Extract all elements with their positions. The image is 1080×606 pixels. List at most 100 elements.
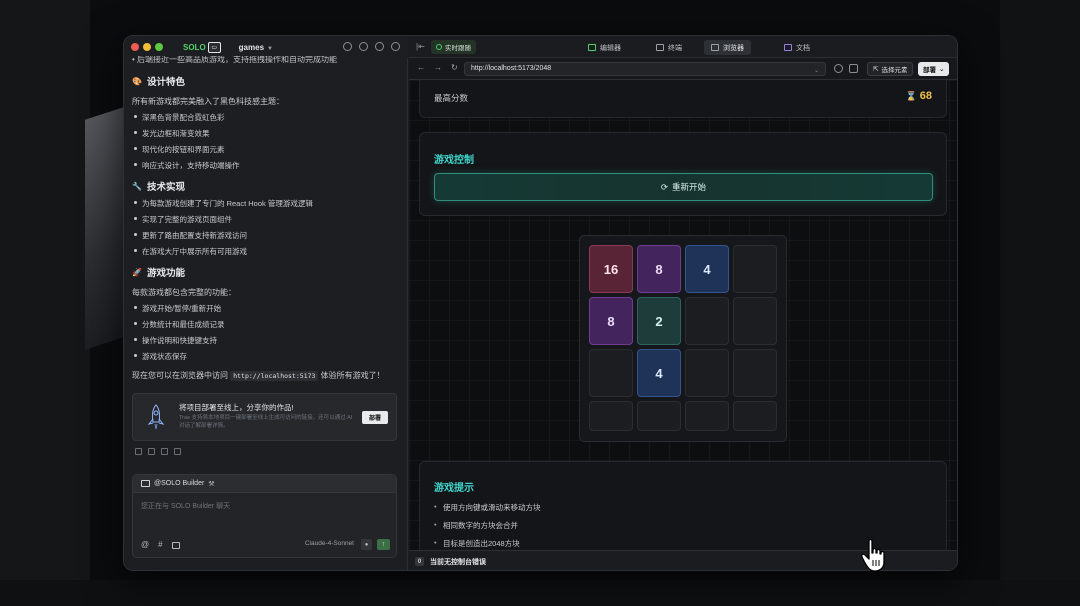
closing-pre: 现在您可以在浏览器中访问 [132, 371, 228, 380]
deploy-card-subtitle: Trae 支持将本地项目一键部署至线上生成可访问的链接，还可以通过 AI 对话了… [179, 415, 353, 429]
features-list: 游戏开始/暂停/重新开始 分数统计和最佳成绩记录 操作说明和快捷键支持 游戏状态… [132, 303, 400, 362]
tips-list: 使用方向键或滑动来移动方块 相同数字的方块会合并 目标是创造出2048方块 [434, 502, 541, 550]
maximize-window-button[interactable] [155, 43, 163, 51]
history-icon[interactable] [359, 42, 368, 51]
control-title: 游戏控制 [434, 155, 474, 166]
tile-8: 8 [637, 245, 681, 293]
hash-icon[interactable]: # [158, 540, 162, 549]
list-item: 深黑色背景配合霓虹色彩 [132, 112, 400, 123]
tile-empty [637, 401, 681, 431]
collapse-sidebar-icon[interactable]: |⇤ [416, 42, 425, 51]
microphone-icon[interactable]: ● [361, 539, 372, 550]
partial-text: 后端接近一些高品质游戏，支持拖拽操作和自动完成功能 [137, 56, 338, 64]
cursor-icon: ⇱ [873, 66, 879, 73]
tile-4: 4 [637, 349, 681, 397]
solo-mode-toggle[interactable]: SOLO ▭ [183, 41, 221, 53]
restart-label: 重新开始 [672, 182, 707, 192]
deploy-dropdown-button[interactable]: 部署 ⌄ [918, 62, 950, 76]
deploy-button[interactable]: 部署 [362, 411, 388, 424]
editor-icon [588, 44, 596, 51]
input-toolbar: @ # [141, 540, 180, 549]
tile-empty [685, 349, 729, 397]
chat-input-box[interactable]: @SOLO Builder ⚒ 您正在与 SOLO Builder 聊天 @ #… [132, 474, 397, 558]
project-name: games [238, 42, 265, 52]
terminal-icon [656, 44, 664, 51]
new-chat-icon[interactable] [343, 42, 352, 51]
section-title: 技术实现 [146, 182, 185, 193]
thumbs-up-icon[interactable] [161, 448, 168, 455]
copy-icon[interactable] [135, 448, 142, 455]
tile-empty [589, 349, 633, 397]
tech-list: 为每款游戏创建了专门的 React Hook 管理游戏逻辑 实现了完整的游戏页面… [132, 198, 400, 257]
thumbs-down-icon[interactable] [174, 448, 181, 455]
device-icon[interactable] [849, 64, 858, 73]
settings-icon[interactable] [375, 42, 384, 51]
closing-post: 体验所有游戏了！ [320, 371, 385, 380]
design-list: 深黑色背景配合霓虹色彩 发光边框和渐变效果 现代化的按钮和界面元素 响应式设计，… [132, 112, 400, 171]
design-intro: 所有新游戏都完美融入了黑色科技感主题： [132, 97, 284, 106]
partial-text-line: • 后端接近一些高品质游戏，支持拖拽操作和自动完成功能 [132, 56, 338, 64]
monitor-icon: ▭ [207, 41, 221, 53]
list-item: 实现了完整的游戏页面组件 [132, 214, 400, 225]
tab-editor[interactable]: 编辑器 [581, 40, 628, 55]
retry-icon[interactable] [148, 448, 155, 455]
list-item: 响应式设计，支持移动端操作 [132, 160, 400, 171]
close-window-button[interactable] [131, 43, 139, 51]
deploy-label: 部署 [923, 67, 936, 74]
palette-icon: 🎨 [132, 76, 142, 86]
browser-toolbar: ← → ↻ http://localhost:5173/2048 ⌄ ⇱ 选择元… [409, 58, 957, 80]
tile-8: 8 [589, 297, 633, 345]
game-board[interactable]: 16 8 4 8 2 4 [579, 235, 787, 442]
tab-label: 编辑器 [600, 44, 621, 52]
background-bottom [0, 580, 1080, 606]
project-selector[interactable]: games ▼ [239, 43, 273, 52]
tab-label: 文档 [796, 44, 810, 52]
back-icon[interactable]: ← [417, 63, 425, 72]
pick-label: 选择元素 [881, 67, 908, 74]
minimize-window-button[interactable] [143, 43, 151, 51]
image-icon[interactable] [171, 542, 180, 549]
reload-icon[interactable]: ↻ [451, 63, 458, 72]
list-item: 分数统计和最佳成绩记录 [132, 319, 400, 330]
select-element-button[interactable]: ⇱ 选择元素 [867, 62, 914, 76]
tab-terminal[interactable]: 终端 [649, 40, 689, 55]
url-text: http://localhost:5173/2048 [471, 65, 552, 72]
tab-browser[interactable]: 浏览器 [704, 40, 751, 55]
list-item: 为每款游戏创建了专门的 React Hook 管理游戏逻辑 [132, 198, 400, 209]
chevron-down-icon: ⌄ [939, 66, 945, 73]
list-item: 操作说明和快捷键支持 [132, 335, 400, 346]
url-input[interactable]: http://localhost:5173/2048 ⌄ [464, 62, 826, 76]
tile-empty [733, 245, 777, 293]
section-heading-features: 🚀 游戏功能 [132, 265, 400, 280]
chevron-down-icon[interactable]: ⌄ [814, 65, 819, 77]
browser-viewport[interactable]: 最高分数 ⌛ 68 游戏控制 ⟳ 重新开始 1684824 游戏提示 使用方向键… [409, 80, 957, 550]
titlebar-icons [343, 42, 400, 51]
section-heading-tech: 🔧 技术实现 [132, 179, 400, 194]
browser-extra-icons [834, 64, 858, 73]
model-selector[interactable]: Claude-4-Sonnet [305, 540, 354, 547]
tile-2: 2 [637, 297, 681, 345]
rocket-icon [147, 404, 165, 430]
send-button[interactable]: ↑ [377, 539, 390, 550]
tile-empty [733, 401, 777, 431]
forward-icon[interactable]: → [434, 63, 442, 72]
game-control-card: 游戏控制 ⟳ 重新开始 [419, 132, 947, 216]
list-item: 更新了路由配置支持新游戏访问 [132, 230, 400, 241]
hand-cursor-icon [861, 538, 885, 572]
tab-docs[interactable]: 文档 [777, 40, 817, 55]
compass-icon[interactable] [834, 64, 843, 73]
tab-label: 终端 [668, 44, 682, 52]
account-icon[interactable] [391, 42, 400, 51]
live-follow-toggle[interactable]: 实时跟随 [431, 40, 476, 54]
chat-input[interactable]: 您正在与 SOLO Builder 聊天 [141, 501, 230, 511]
docs-icon [784, 44, 792, 51]
wrench-icon: 🔧 [132, 181, 142, 191]
section-title: 设计特色 [146, 77, 185, 88]
preview-panel: |⇤ 实时跟随 编辑器 终端 浏览器 文档 ← → ↻ http://local… [409, 36, 957, 570]
console-status-text: 当前无控制台错误 [430, 558, 486, 566]
restart-button[interactable]: ⟳ 重新开始 [434, 173, 933, 201]
best-score-card: 最高分数 ⌛ 68 [419, 80, 947, 118]
agent-mention[interactable]: @SOLO Builder ⚒ [133, 475, 396, 493]
mention-icon[interactable]: @ [141, 540, 149, 549]
refresh-icon: ⟳ [660, 181, 669, 192]
